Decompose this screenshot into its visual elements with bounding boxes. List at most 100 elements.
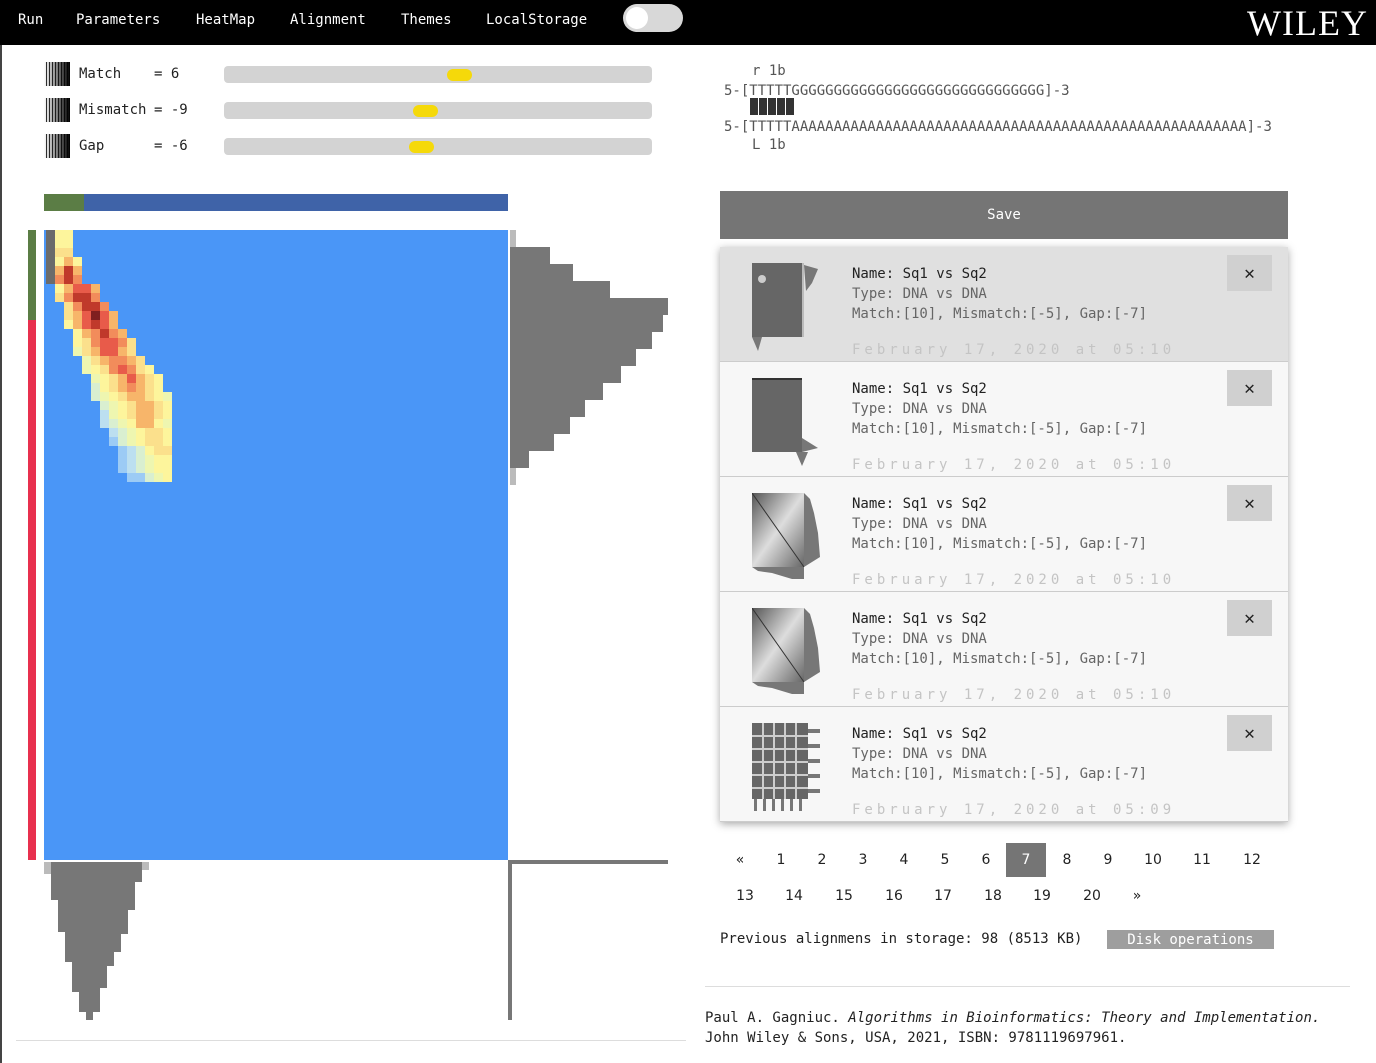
score-heatmap[interactable] <box>44 230 508 860</box>
param-swatch <box>44 62 70 86</box>
column-histogram-bar <box>79 862 86 1012</box>
page-14[interactable]: 14 <box>774 879 814 913</box>
theme-toggle[interactable] <box>623 4 683 32</box>
page-7[interactable]: 7 <box>1006 843 1046 877</box>
page-1[interactable]: 1 <box>761 843 801 877</box>
saved-alignment-item[interactable]: Name: Sq1 vs Sq2 Type: DNA vs DNA Match:[1… <box>720 362 1288 477</box>
delete-button[interactable]: ✕ <box>1227 600 1272 636</box>
alignment-name: Name: Sq1 vs Sq2 <box>852 496 987 512</box>
menu-parameters[interactable]: Parameters <box>76 12 160 28</box>
heatmap-cell <box>55 284 64 293</box>
param-slider[interactable] <box>224 66 652 83</box>
heatmap-cell <box>163 464 172 473</box>
heatmap-cell <box>64 239 73 248</box>
alignment-thumbnail[interactable] <box>752 263 822 351</box>
page-20[interactable]: 20 <box>1072 879 1112 913</box>
page-17[interactable]: 17 <box>923 879 963 913</box>
heatmap-cell <box>100 347 109 356</box>
heatmap-cell <box>73 284 82 293</box>
param-name: Match <box>79 66 122 82</box>
menu-themes[interactable]: Themes <box>401 12 452 28</box>
slider-thumb[interactable] <box>447 69 473 81</box>
row-histogram-bar <box>510 247 550 264</box>
page-3[interactable]: 3 <box>843 843 883 877</box>
menu-alignment[interactable]: Alignment <box>290 12 366 28</box>
heatmap-cell <box>109 419 118 428</box>
saved-alignment-item[interactable]: Name: Sq1 vs Sq2 Type: DNA vs DNA Match:[1… <box>720 592 1288 707</box>
heatmap-cell <box>73 338 82 347</box>
page-19[interactable]: 19 <box>1022 879 1062 913</box>
heatmap-cell <box>145 464 154 473</box>
heatmap-cell <box>118 446 127 455</box>
match-block <box>750 98 795 115</box>
heatmap-cell <box>127 347 136 356</box>
toggle-knob[interactable] <box>626 7 648 29</box>
page-10[interactable]: 10 <box>1133 843 1173 877</box>
heatmap-cell <box>127 473 136 482</box>
heatmap-cell <box>127 338 136 347</box>
slider-thumb[interactable] <box>408 141 434 153</box>
page-18[interactable]: 18 <box>973 879 1013 913</box>
alignment-type: Type: DNA vs DNA <box>852 746 987 762</box>
page-5[interactable]: 5 <box>925 843 965 877</box>
alignment-thumbnail[interactable] <box>751 492 822 581</box>
slider-thumb[interactable] <box>413 105 439 117</box>
alignment-thumbnail[interactable] <box>752 378 822 466</box>
delete-button[interactable]: ✕ <box>1227 255 1272 291</box>
page-6[interactable]: 6 <box>966 843 1006 877</box>
heatmap-cell <box>91 320 100 329</box>
heatmap-cell <box>118 455 127 464</box>
saved-alignment-item[interactable]: Name: Sq1 vs Sq2 Type: DNA vs DNA Match:[1… <box>720 247 1288 362</box>
heatmap-cell <box>118 392 127 401</box>
menu-run[interactable]: Run <box>18 12 43 28</box>
heatmap-cell <box>136 401 145 410</box>
page-13[interactable]: 13 <box>725 879 765 913</box>
heatmap-cell <box>127 401 136 410</box>
heatmap-cell <box>127 365 136 374</box>
heatmap-cell <box>154 401 163 410</box>
alignment-thumbnail[interactable] <box>752 723 822 811</box>
alignment-params: Match:[10], Mismatch:[-5], Gap:[-7] <box>852 536 1148 552</box>
disk-operations-button[interactable]: Disk operations <box>1107 930 1274 949</box>
menu-heatmap[interactable]: HeatMap <box>196 12 255 28</box>
page-15[interactable]: 15 <box>824 879 864 913</box>
heatmap-cell <box>118 329 127 338</box>
menu-localstorage[interactable]: LocalStorage <box>486 12 587 28</box>
page-2[interactable]: 2 <box>802 843 842 877</box>
save-button[interactable]: Save <box>720 191 1288 239</box>
heatmap-cell <box>109 347 118 356</box>
heatmap-cell <box>100 329 109 338</box>
heatmap-cell <box>46 248 55 257</box>
heatmap-cell <box>154 473 163 482</box>
heatmap-cell <box>100 410 109 419</box>
page-8[interactable]: 8 <box>1047 843 1087 877</box>
heatmap-cell <box>82 347 91 356</box>
match-indicator-bar <box>28 230 36 320</box>
delete-button[interactable]: ✕ <box>1227 715 1272 751</box>
page-4[interactable]: 4 <box>884 843 924 877</box>
param-slider[interactable] <box>224 102 652 119</box>
page-9[interactable]: 9 <box>1088 843 1128 877</box>
param-slider[interactable] <box>224 138 652 155</box>
heatmap-cell <box>154 446 163 455</box>
saved-alignment-item[interactable]: Name: Sq1 vs Sq2 Type: DNA vs DNA Match:[1… <box>720 707 1288 822</box>
page-prev[interactable]: « <box>720 843 760 877</box>
heatmap-cell <box>118 338 127 347</box>
page-next[interactable]: » <box>1117 879 1157 913</box>
page-12[interactable]: 12 <box>1232 843 1272 877</box>
heatmap-cell <box>109 365 118 374</box>
row-histogram-bar <box>510 298 668 315</box>
heatmap-cell <box>145 437 154 446</box>
page-11[interactable]: 11 <box>1182 843 1222 877</box>
heatmap-cell <box>145 419 154 428</box>
alignment-thumbnail[interactable] <box>751 607 822 696</box>
saved-alignment-item[interactable]: Name: Sq1 vs Sq2 Type: DNA vs DNA Match:[1… <box>720 477 1288 592</box>
heatmap-cell <box>145 392 154 401</box>
citation-publisher: John Wiley & Sons, USA, 2021, ISBN: 9781… <box>705 1030 1127 1046</box>
page-16[interactable]: 16 <box>874 879 914 913</box>
heatmap-cell <box>64 248 73 257</box>
column-histogram-bar <box>128 862 135 910</box>
delete-button[interactable]: ✕ <box>1227 485 1272 521</box>
delete-button[interactable]: ✕ <box>1227 370 1272 406</box>
heatmap-cell <box>163 473 172 482</box>
